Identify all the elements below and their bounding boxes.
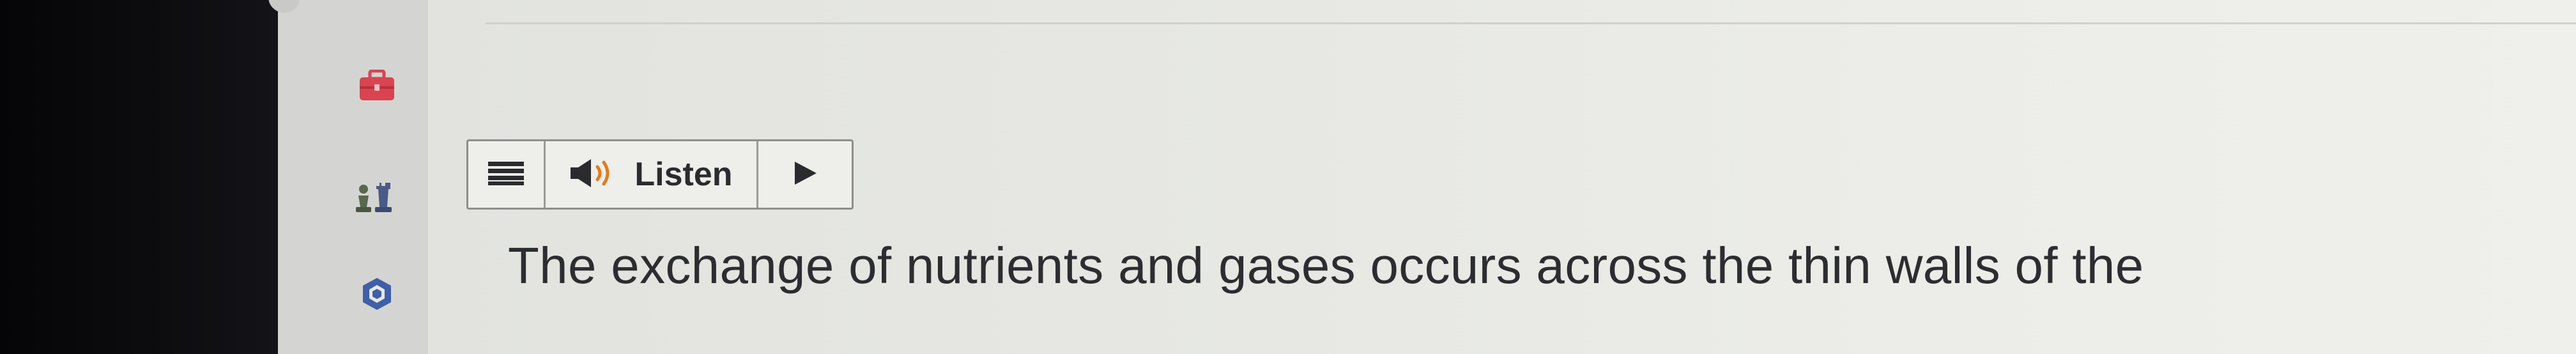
dark-bezel-area: [0, 0, 278, 354]
sidebar: [278, 0, 428, 354]
screen: Listen The exchange of nutrients and gas…: [0, 0, 2576, 354]
listen-toolbar: Listen: [466, 139, 854, 210]
play-icon: [791, 159, 819, 190]
chess-pieces-icon[interactable]: [351, 179, 396, 217]
listen-label: Listen: [634, 156, 733, 193]
body-text: The exchange of nutrients and gases occu…: [508, 237, 2144, 294]
top-divider: [486, 22, 2576, 24]
speaker-icon: [569, 157, 620, 192]
play-button[interactable]: [758, 141, 852, 208]
menu-lines-icon: [487, 160, 525, 189]
toolbar-menu-button[interactable]: [468, 141, 546, 208]
briefcase-icon[interactable]: [355, 67, 399, 105]
badge-icon[interactable]: [358, 275, 396, 313]
listen-button[interactable]: Listen: [546, 141, 758, 208]
